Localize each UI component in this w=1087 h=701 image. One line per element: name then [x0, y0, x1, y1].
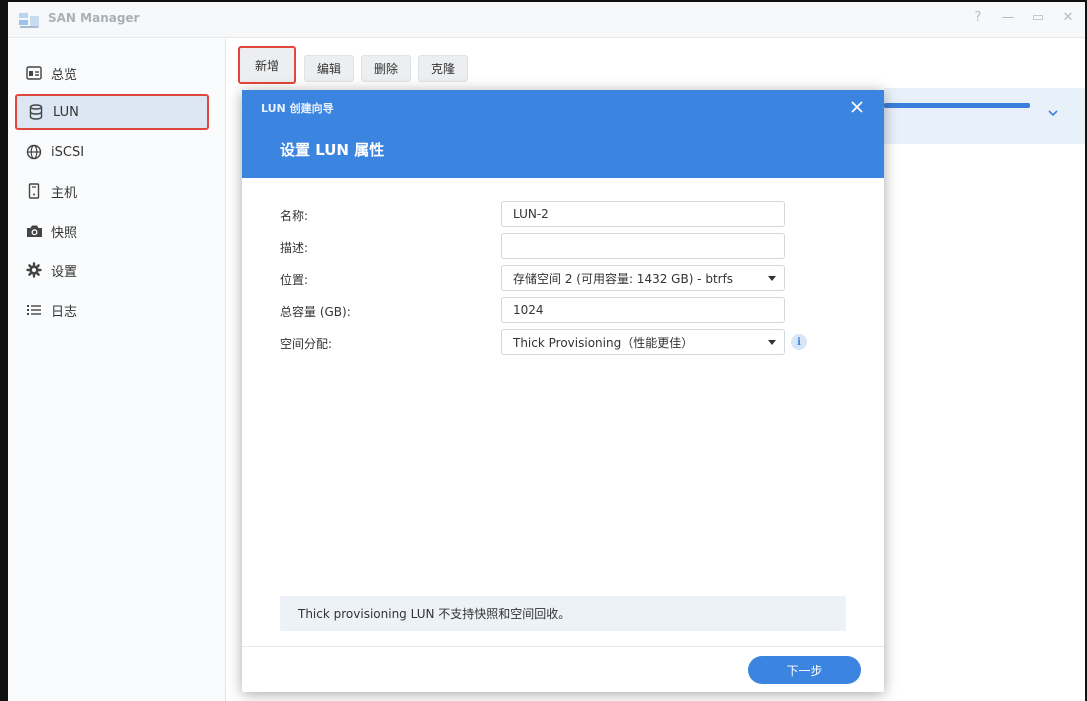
name-label: 名称: — [280, 209, 309, 223]
maximize-icon[interactable]: ▭ — [1030, 10, 1046, 25]
description-field[interactable] — [501, 233, 785, 259]
sidebar-item-host[interactable]: 主机 — [15, 173, 209, 209]
sidebar-item-label: 快照 — [51, 225, 78, 241]
capacity-label: 总容量 (GB): — [280, 305, 351, 319]
database-icon — [27, 103, 45, 121]
overview-icon — [25, 64, 43, 82]
location-select[interactable]: 存储空间 2 (可用容量: 1432 GB) - btrfs — [501, 265, 785, 291]
toolbar: 新增 编辑 删除 克隆 — [226, 39, 1085, 87]
sidebar-item-label: 主机 — [51, 185, 78, 201]
dialog-header: LUN 创建向导 设置 LUN 属性 — [242, 90, 884, 178]
sidebar-item-iscsi[interactable]: iSCSI — [15, 134, 209, 170]
app-title: SAN Manager — [48, 11, 140, 25]
sidebar-item-snapshot[interactable]: 快照 — [15, 213, 209, 249]
sidebar-item-label: LUN — [53, 104, 79, 120]
dropdown-caret-icon — [768, 276, 776, 281]
edit-button[interactable]: 编辑 — [304, 55, 354, 82]
gear-icon — [25, 261, 43, 279]
sidebar-item-lun[interactable]: LUN — [15, 94, 209, 130]
help-icon[interactable]: ? — [970, 10, 986, 25]
location-label: 位置: — [280, 273, 309, 287]
name-field[interactable]: LUN-2 — [501, 201, 785, 227]
sidebar-item-overview[interactable]: 总览 — [15, 55, 209, 91]
camera-icon — [25, 222, 43, 240]
sidebar: 总览 LUN iSCSI 主机 快照 设置 日志 — [8, 39, 226, 701]
dropdown-caret-icon — [768, 340, 776, 345]
sidebar-item-label: 日志 — [51, 304, 78, 320]
clone-button[interactable]: 克隆 — [418, 55, 468, 82]
sidebar-item-settings[interactable]: 设置 — [15, 252, 209, 288]
minimize-icon[interactable]: — — [1000, 10, 1016, 25]
title-bar: SAN Manager ? — ▭ ✕ — [8, 2, 1085, 38]
description-label: 描述: — [280, 241, 309, 255]
dialog-heading: 设置 LUN 属性 — [280, 141, 385, 159]
provisioning-notice: Thick provisioning LUN 不支持快照和空间回收。 — [280, 596, 846, 631]
info-icon[interactable]: i — [791, 334, 807, 350]
delete-button[interactable]: 删除 — [361, 55, 411, 82]
create-button[interactable]: 新增 — [238, 46, 296, 84]
dialog-footer-divider — [242, 646, 884, 647]
capacity-field[interactable]: 1024 — [501, 297, 785, 323]
sidebar-item-label: iSCSI — [51, 144, 85, 160]
dialog-caption: LUN 创建向导 — [261, 102, 334, 115]
lun-creation-wizard-dialog: LUN 创建向导 设置 LUN 属性 名称: LUN-2 描述: 位置: 存储空… — [242, 90, 884, 692]
globe-icon — [25, 143, 43, 161]
close-icon[interactable] — [850, 100, 864, 114]
sidebar-item-log[interactable]: 日志 — [15, 292, 209, 328]
san-manager-app-icon — [19, 13, 39, 28]
lun-usage-bar — [884, 103, 1030, 108]
close-window-icon[interactable]: ✕ — [1060, 10, 1076, 25]
allocation-select[interactable]: Thick Provisioning（性能更佳） — [501, 329, 785, 355]
chevron-down-icon[interactable] — [1046, 106, 1060, 120]
allocation-label: 空间分配: — [280, 337, 333, 351]
location-select-value: 存储空间 2 (可用容量: 1432 GB) - btrfs — [513, 271, 734, 286]
allocation-select-value: Thick Provisioning（性能更佳） — [513, 335, 694, 350]
next-button[interactable]: 下一步 — [748, 656, 861, 684]
host-icon — [25, 182, 43, 200]
list-icon — [25, 301, 43, 319]
sidebar-item-label: 总览 — [51, 67, 78, 83]
sidebar-item-label: 设置 — [51, 264, 78, 280]
